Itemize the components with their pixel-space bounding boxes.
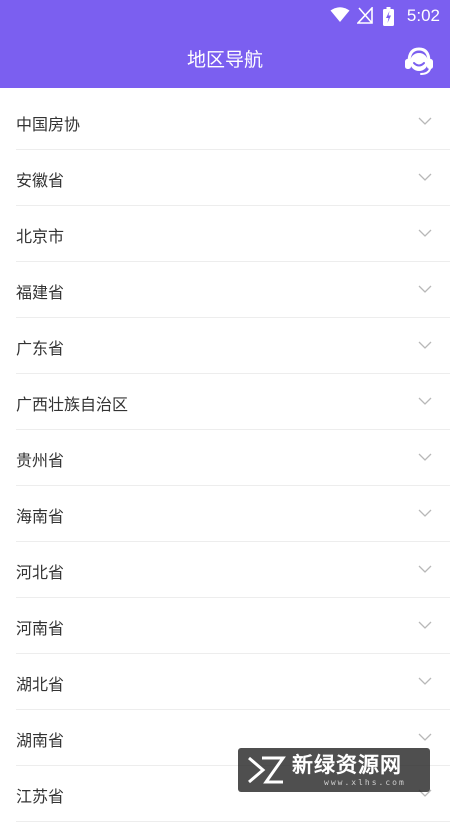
- no-signal-icon: [357, 7, 373, 24]
- region-label: 江苏省: [16, 787, 65, 806]
- region-row[interactable]: 贵州省: [16, 430, 450, 486]
- region-row[interactable]: 海南省: [16, 486, 450, 542]
- status-bar: 5:02: [0, 0, 450, 32]
- region-row[interactable]: 广东省: [16, 318, 450, 374]
- watermark-logo-icon: [248, 756, 286, 784]
- region-label: 中国房协: [16, 115, 81, 134]
- wifi-icon: [330, 7, 350, 22]
- app-header: 5:02 地区导航: [0, 0, 450, 88]
- chevron-down-icon: [418, 229, 432, 237]
- region-label: 福建省: [16, 283, 65, 302]
- chevron-down-icon: [418, 733, 432, 741]
- chevron-down-icon: [418, 117, 432, 125]
- region-label: 海南省: [16, 507, 65, 526]
- region-row[interactable]: 安徽省: [16, 150, 450, 206]
- chevron-down-icon: [418, 397, 432, 405]
- region-label: 湖北省: [16, 675, 65, 694]
- chevron-down-icon: [418, 565, 432, 573]
- battery-charging-icon: [383, 7, 394, 26]
- region-label: 湖南省: [16, 731, 65, 750]
- region-row[interactable]: 湖北省: [16, 654, 450, 710]
- region-row[interactable]: 河南省: [16, 598, 450, 654]
- region-label: 广西壮族自治区: [16, 395, 129, 414]
- chevron-down-icon: [418, 173, 432, 181]
- chevron-down-icon: [418, 677, 432, 685]
- watermark: 新绿资源网 www.xlhs.com: [238, 748, 430, 792]
- chevron-down-icon: [418, 621, 432, 629]
- region-row[interactable]: 北京市: [16, 206, 450, 262]
- chevron-down-icon: [418, 509, 432, 517]
- chevron-down-icon: [418, 285, 432, 293]
- region-label: 广东省: [16, 339, 65, 358]
- region-label: 贵州省: [16, 451, 65, 470]
- region-row[interactable]: 中国房协: [16, 94, 450, 150]
- region-label: 安徽省: [16, 171, 65, 190]
- customer-service-button[interactable]: [402, 43, 436, 77]
- watermark-url: www.xlhs.com: [324, 778, 406, 787]
- status-time: 5:02: [406, 6, 440, 25]
- region-row[interactable]: 福建省: [16, 262, 450, 318]
- region-row[interactable]: 河北省: [16, 542, 450, 598]
- region-label: 北京市: [16, 227, 65, 246]
- chevron-down-icon: [418, 453, 432, 461]
- watermark-text: 新绿资源网: [292, 753, 402, 777]
- region-label: 河南省: [16, 619, 65, 638]
- customer-service-icon: [405, 47, 433, 75]
- page-title: 地区导航: [186, 49, 263, 71]
- chevron-down-icon: [418, 341, 432, 349]
- region-label: 河北省: [16, 563, 65, 582]
- region-row[interactable]: 广西壮族自治区: [16, 374, 450, 430]
- region-list: 中国房协安徽省北京市福建省广东省广西壮族自治区 贵州省海南省河北省河南省湖北省湖南…: [0, 94, 450, 822]
